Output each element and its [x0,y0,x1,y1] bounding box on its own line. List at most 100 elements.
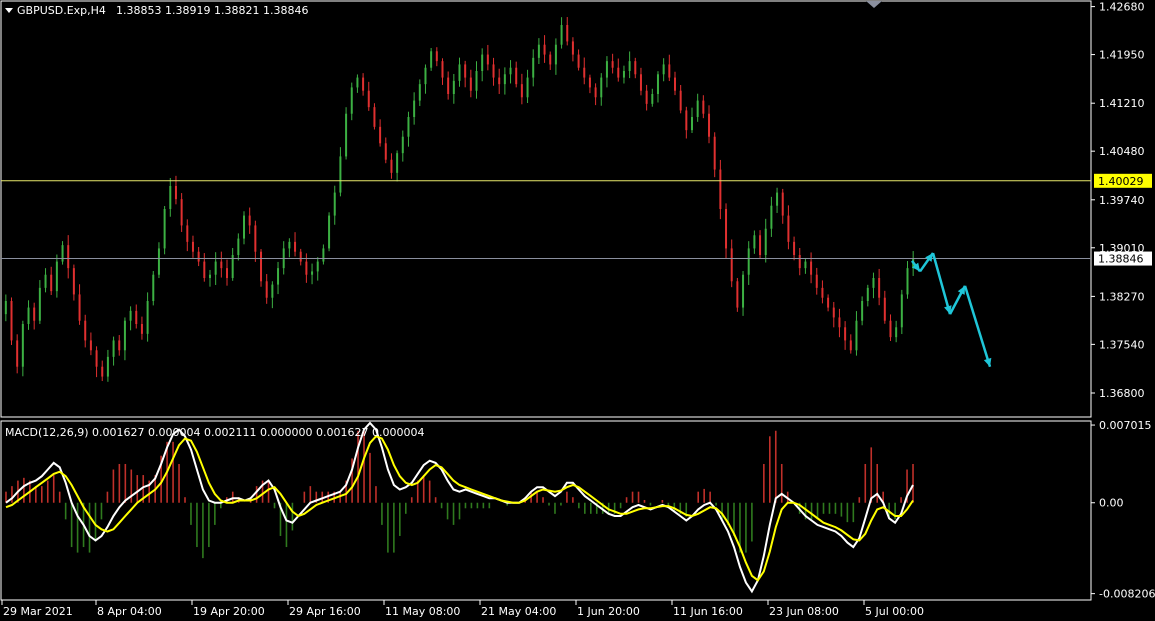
candle-body [61,245,64,262]
candle-body [753,235,756,249]
candle-body [588,77,591,88]
candle-body [810,261,813,275]
candle-body [180,199,183,226]
candle-body [855,320,858,351]
candle-body [163,209,166,249]
price-tick-label: 1.39740 [1099,194,1145,207]
time-axis: 29 Mar 2021 8 Apr 04:00 19 Apr 20:00 29 Apr… [1,600,924,618]
candle-body [169,186,172,209]
candle-body [583,67,586,78]
symbol-label: GBPUSD.Exp,H4 [17,4,106,17]
candle-body [407,117,410,137]
candle-body [345,113,348,157]
candle-body [44,274,47,288]
candle-body [736,281,739,308]
candle-body [72,268,75,295]
symbol-dropdown-icon[interactable] [5,8,13,13]
candle-body [634,61,637,75]
candle-body [135,310,138,324]
candle-body [4,301,7,315]
candle-body [197,251,200,262]
time-tick-label: 5 Jul 00:00 [865,605,924,618]
time-tick-label: 29 Apr 16:00 [289,605,361,618]
candle-body [123,320,126,351]
candle-body [55,261,58,292]
trading-chart[interactable]: 1.42680 1.41950 1.41210 1.40480 1.39740 1.390… [0,0,1155,621]
candle-body [742,274,745,308]
candle-body [628,61,631,71]
candle-body [89,340,92,351]
price-tick-label: 1.38270 [1099,290,1145,303]
candle-body [441,61,444,78]
candle-body [50,274,53,292]
candle-body [452,80,455,94]
candle-body [248,215,251,226]
price-tick-label: 1.41210 [1099,97,1145,110]
candle-body [770,205,773,229]
candle-body [225,268,228,278]
candle-body [333,192,336,216]
candle-body [214,261,217,275]
candle-body [362,77,365,91]
candle-body [458,64,461,81]
time-tick-label: 1 Jun 20:00 [577,605,640,618]
macd-panel-frame [0,420,1092,601]
candle-body [447,77,450,94]
candle-body [101,366,104,377]
candle-body [764,228,767,255]
candle-body [356,77,359,88]
one-click-toggle-icon[interactable] [866,1,882,8]
level-price-tag-label: 1.40029 [1098,175,1144,188]
candle-body [27,307,30,324]
candle-body [21,324,24,367]
candle-body [243,215,246,239]
candle-body [174,186,177,200]
candle-body [152,274,155,301]
candle-body [679,90,682,111]
price-candles [4,17,915,382]
chart-canvas[interactable]: 1.426801.419501.412101.404801.397401.390… [0,0,1155,621]
candle-body [708,113,711,137]
candle-body [435,51,438,62]
candle-body [866,287,869,301]
candle-body [605,61,608,78]
candle-body [662,64,665,75]
candle-body [515,67,518,85]
time-tick-label: 19 Apr 20:00 [193,605,265,618]
candle-body [486,54,489,65]
candle-body [747,248,750,275]
candle-body [254,225,257,252]
candle-body [67,245,70,269]
candle-body [725,209,728,249]
candle-body [464,64,467,78]
price-tick-label: 1.37540 [1099,338,1145,351]
candle-body [265,281,268,298]
candle-body [566,25,569,42]
candle-body [804,261,807,269]
candle-body [503,74,506,85]
candle-body [10,301,13,341]
candle-body [78,294,81,321]
candle-body [498,77,501,85]
macd-histogram [5,430,914,559]
candle-body [475,71,478,91]
candle-body [526,77,529,98]
candle-body [509,67,512,75]
candle-body [95,350,98,367]
candle-body [492,64,495,78]
time-tick-label: 8 Apr 04:00 [97,605,162,618]
candle-body [673,77,676,91]
candle-body [889,320,892,338]
candle-body [532,57,535,78]
candle-body [146,301,149,334]
macd-tick-label: 0.007015 [1099,419,1152,432]
time-tick-label: 11 Jun 16:00 [673,605,743,618]
candle-body [844,327,847,341]
candle-body [430,51,433,68]
candle-body [878,278,881,298]
candle-body [367,90,370,108]
candle-body [294,241,297,252]
candle-body [594,87,597,98]
candle-body [322,248,325,262]
candle-body [396,153,399,173]
